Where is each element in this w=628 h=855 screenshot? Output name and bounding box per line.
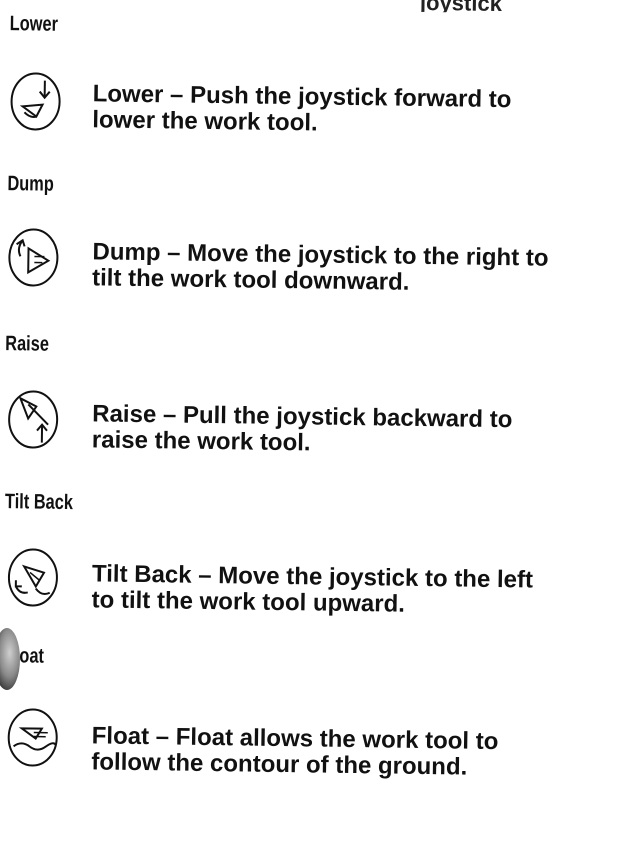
desc-float-line2: follow the contour of the ground. [91,749,498,781]
tilt-back-icon [6,546,61,609]
heading-tilt-back: Tilt Back [5,490,73,515]
dump-icon [6,226,61,289]
heading-lower: Lower [9,12,58,37]
float-icon [5,706,60,769]
desc-tilt-back: Tilt Back – Move the joystick to the lef… [91,561,533,619]
heading-dump: Dump [7,172,54,197]
desc-raise: Raise – Pull the joystick backward to ra… [92,401,513,459]
desc-float: Float – Float allows the work tool to fo… [91,723,498,781]
desc-lower: Lower – Push the joystick forward to low… [92,81,511,139]
cut-off-text: joystick [420,0,540,14]
heading-raise: Raise [5,332,49,357]
raise-icon [6,388,61,451]
desc-dump: Dump – Move the joystick to the right to… [92,239,549,297]
manual-page: joystick Lower Lower – Push the joystick… [0,0,628,855]
lower-icon [8,70,63,133]
